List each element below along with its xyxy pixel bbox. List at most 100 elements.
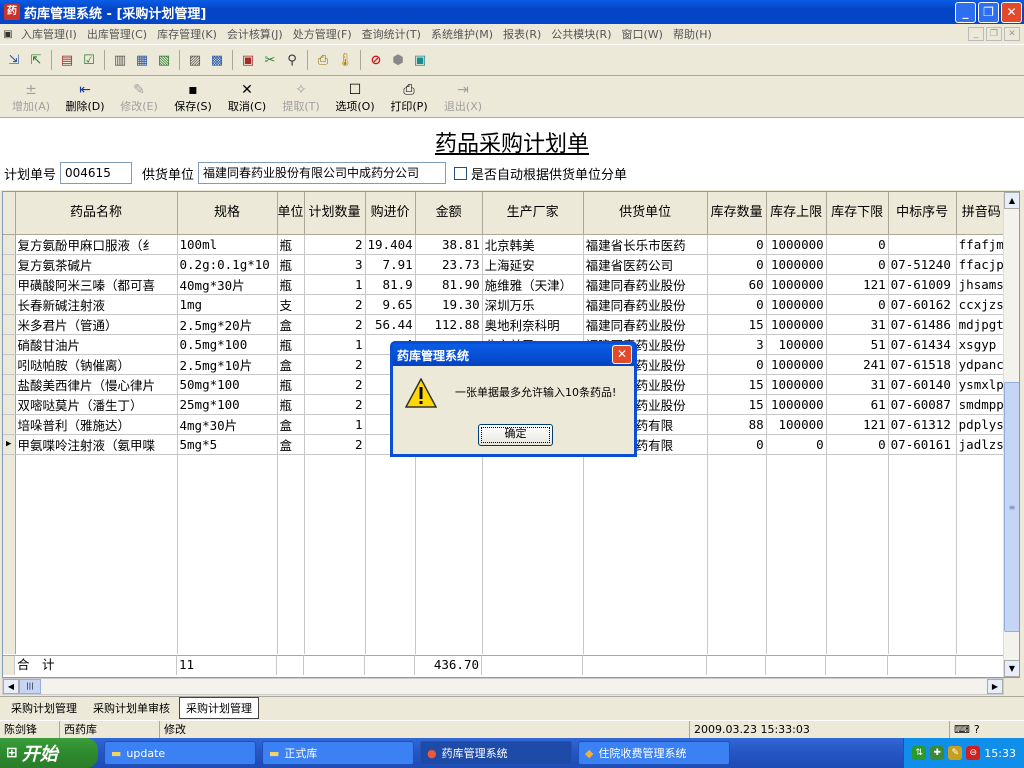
table-cell[interactable]: 盒	[277, 434, 305, 455]
thermometer-icon[interactable]: 🌡	[335, 50, 355, 70]
table-cell[interactable]: 1000000	[766, 294, 827, 315]
col-header-spec[interactable]: 规格	[177, 192, 278, 235]
menu-item-report[interactable]: 报表(R)	[498, 26, 546, 42]
table-cell[interactable]: 121	[826, 274, 889, 295]
table-cell[interactable]: ysmxlp	[956, 374, 1007, 395]
close-button[interactable]: ✕	[1001, 1, 1022, 23]
table-cell[interactable]: 1mg	[177, 294, 278, 315]
table-cell[interactable]: 07-61486	[888, 314, 957, 335]
table-cell[interactable]: 51	[826, 334, 889, 355]
col-header-bid-no[interactable]: 中标序号	[888, 192, 957, 235]
table-cell[interactable]: 07-51240	[888, 254, 957, 275]
table-cell[interactable]: 施维雅（天津）	[482, 274, 584, 295]
row-header[interactable]	[3, 314, 16, 335]
col-header-plan-qty[interactable]: 计划数量	[304, 192, 366, 235]
col-header-price[interactable]: 购进价	[365, 192, 416, 235]
table-cell[interactable]: 60	[707, 274, 767, 295]
print-button[interactable]: ⎙ 打印(P)	[382, 79, 436, 117]
card-icon[interactable]: ▦	[132, 50, 152, 70]
table-cell[interactable]: 1000000	[766, 234, 827, 255]
table-cell[interactable]: 北京韩美	[482, 234, 584, 255]
table-cell[interactable]: 双嘧哒莫片（潘生丁）	[15, 394, 178, 415]
table-cell[interactable]: 15	[707, 314, 767, 335]
table-cell[interactable]: 2	[304, 294, 366, 315]
calculator-icon[interactable]: ▣	[238, 50, 258, 70]
table-cell[interactable]: 4mg*30片	[177, 414, 278, 435]
table-cell[interactable]: 07-60162	[888, 294, 957, 315]
table-cell[interactable]: 0	[826, 254, 889, 275]
dialog-close-button[interactable]: ✕	[612, 345, 632, 364]
table-cell[interactable]: 23.73	[415, 254, 483, 275]
table-cell[interactable]: 07-61009	[888, 274, 957, 295]
table-cell[interactable]: 3	[707, 334, 767, 355]
start-button[interactable]: ⊞ 开始	[0, 738, 98, 768]
table-cell[interactable]: 瓶	[277, 254, 305, 275]
table-cell[interactable]: 硝酸甘油片	[15, 334, 178, 355]
table-cell[interactable]: smdmpp	[956, 394, 1007, 415]
table-cell[interactable]: 福建同春药业股份	[583, 314, 708, 335]
table-cell[interactable]: 1000000	[766, 314, 827, 335]
table-row[interactable]: 米多君片（管通） 2.5mg*20片盒 2 56.44 112.88 奥地利奈科明 福建同春…	[3, 314, 1012, 335]
col-header-stock-min[interactable]: 库存下限	[826, 192, 889, 235]
table-cell[interactable]: 0.5mg*100	[177, 334, 278, 355]
col-header-amount[interactable]: 金额	[415, 192, 483, 235]
table-cell[interactable]: 121	[826, 414, 889, 435]
table-cell[interactable]: 0	[826, 234, 889, 255]
table-cell[interactable]: ffacjp	[956, 254, 1007, 275]
table-cell[interactable]: 100ml	[177, 234, 278, 255]
table-cell[interactable]: jhsams	[956, 274, 1007, 295]
table-cell[interactable]: 0	[707, 234, 767, 255]
horizontal-scrollbar[interactable]: ◀ ||| ▶	[2, 678, 1004, 695]
table-cell[interactable]: 81.90	[415, 274, 483, 295]
menu-item-public[interactable]: 公共模块(R)	[546, 26, 616, 42]
plan-no-input[interactable]: 004615	[60, 162, 133, 184]
table-cell[interactable]: 0	[826, 434, 889, 455]
taskbar-item-billing[interactable]: ◆ 住院收费管理系统	[578, 741, 730, 765]
book-icon[interactable]: ▤	[57, 50, 77, 70]
clipboard-icon[interactable]: ▥	[110, 50, 130, 70]
table-cell[interactable]: 米多君片（管通）	[15, 314, 178, 335]
restore-button[interactable]: ❐	[978, 1, 999, 23]
table-cell[interactable]: 瓶	[277, 334, 305, 355]
exit-button[interactable]: ⇥ 退出(X)	[436, 79, 490, 117]
col-header-stock-qty[interactable]: 库存数量	[707, 192, 767, 235]
table-cell[interactable]: 复方氨茶碱片	[15, 254, 178, 275]
table-cell[interactable]: 盒	[277, 354, 305, 375]
col-header-name[interactable]: 药品名称	[15, 192, 178, 235]
row-header[interactable]	[3, 254, 16, 275]
table-cell[interactable]: 0	[707, 294, 767, 315]
table-cell[interactable]: 61	[826, 394, 889, 415]
table-cell[interactable]: 25mg*100	[177, 394, 278, 415]
table-cell[interactable]: 100000	[766, 414, 827, 435]
table-cell[interactable]: 1000000	[766, 354, 827, 375]
table-cell[interactable]: 盐酸美西律片（慢心律片	[15, 374, 178, 395]
table-icon[interactable]: ▩	[207, 50, 227, 70]
mdi-close-button[interactable]: ✕	[1004, 27, 1020, 41]
table-cell[interactable]: 07-60087	[888, 394, 957, 415]
table-cell[interactable]: 福建同春药业股份	[583, 274, 708, 295]
menu-item-system[interactable]: 系统维护(M)	[426, 26, 498, 42]
table-cell[interactable]: 88	[707, 414, 767, 435]
col-header-supplier[interactable]: 供货单位	[583, 192, 708, 235]
table-cell[interactable]: 15	[707, 374, 767, 395]
network-icon[interactable]: ⇅	[912, 746, 927, 760]
table-cell[interactable]: 福建同春药业股份	[583, 294, 708, 315]
col-header-manufacturer[interactable]: 生产厂家	[482, 192, 584, 235]
table-cell[interactable]: 31	[826, 314, 889, 335]
menu-item-query[interactable]: 查询统计(T)	[357, 26, 426, 42]
menu-item-help[interactable]: 帮助(H)	[668, 26, 717, 42]
table-cell[interactable]: 0	[707, 254, 767, 275]
table-cell[interactable]: xsgyp	[956, 334, 1007, 355]
table-cell[interactable]: 07-60161	[888, 434, 957, 455]
row-header[interactable]	[3, 374, 16, 395]
col-header-pinyin[interactable]: 拼音码	[956, 192, 1007, 235]
gem-icon[interactable]: ⬢	[388, 50, 408, 70]
menu-item-outbound[interactable]: 出库管理(C)	[82, 26, 152, 42]
table-cell[interactable]: 31	[826, 374, 889, 395]
col-header-stock-max[interactable]: 库存上限	[766, 192, 827, 235]
table-cell[interactable]: ydpanc	[956, 354, 1007, 375]
menu-item-accounting[interactable]: 会计核算(J)	[222, 26, 288, 42]
row-header[interactable]	[3, 294, 16, 315]
table-cell[interactable]: 40mg*30片	[177, 274, 278, 295]
table-cell[interactable]: 甲氨喋呤注射液（氨甲喋	[15, 434, 178, 455]
